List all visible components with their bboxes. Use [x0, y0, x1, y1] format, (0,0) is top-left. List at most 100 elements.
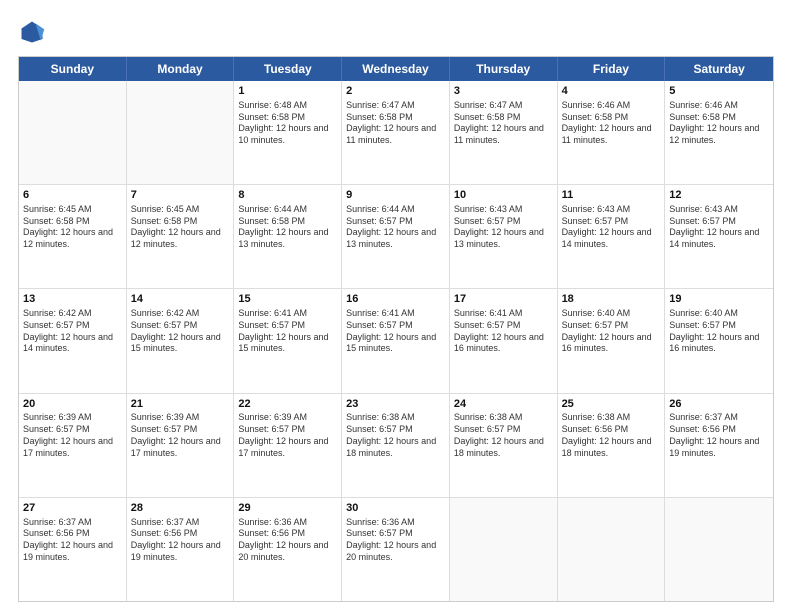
calendar-body: 1Sunrise: 6:48 AM Sunset: 6:58 PM Daylig… [19, 81, 773, 601]
calendar-day-5: 5Sunrise: 6:46 AM Sunset: 6:58 PM Daylig… [665, 81, 773, 184]
day-number: 4 [562, 84, 661, 99]
day-info: Sunrise: 6:45 AM Sunset: 6:58 PM Dayligh… [23, 204, 122, 251]
day-number: 15 [238, 292, 337, 307]
day-number: 8 [238, 188, 337, 203]
day-number: 19 [669, 292, 769, 307]
day-info: Sunrise: 6:43 AM Sunset: 6:57 PM Dayligh… [454, 204, 553, 251]
calendar-header-cell: Wednesday [342, 57, 450, 81]
day-number: 3 [454, 84, 553, 99]
calendar-day-14: 14Sunrise: 6:42 AM Sunset: 6:57 PM Dayli… [127, 289, 235, 392]
day-info: Sunrise: 6:44 AM Sunset: 6:58 PM Dayligh… [238, 204, 337, 251]
day-number: 13 [23, 292, 122, 307]
calendar-day-12: 12Sunrise: 6:43 AM Sunset: 6:57 PM Dayli… [665, 185, 773, 288]
day-number: 17 [454, 292, 553, 307]
day-info: Sunrise: 6:39 AM Sunset: 6:57 PM Dayligh… [23, 412, 122, 459]
day-number: 7 [131, 188, 230, 203]
day-number: 26 [669, 397, 769, 412]
day-info: Sunrise: 6:37 AM Sunset: 6:56 PM Dayligh… [23, 517, 122, 564]
day-info: Sunrise: 6:39 AM Sunset: 6:57 PM Dayligh… [131, 412, 230, 459]
calendar-empty-cell [450, 498, 558, 601]
day-number: 11 [562, 188, 661, 203]
day-number: 14 [131, 292, 230, 307]
day-number: 30 [346, 501, 445, 516]
calendar-day-8: 8Sunrise: 6:44 AM Sunset: 6:58 PM Daylig… [234, 185, 342, 288]
day-info: Sunrise: 6:42 AM Sunset: 6:57 PM Dayligh… [23, 308, 122, 355]
calendar-day-1: 1Sunrise: 6:48 AM Sunset: 6:58 PM Daylig… [234, 81, 342, 184]
day-info: Sunrise: 6:46 AM Sunset: 6:58 PM Dayligh… [562, 100, 661, 147]
day-number: 24 [454, 397, 553, 412]
page: SundayMondayTuesdayWednesdayThursdayFrid… [0, 0, 792, 612]
calendar-day-23: 23Sunrise: 6:38 AM Sunset: 6:57 PM Dayli… [342, 394, 450, 497]
day-info: Sunrise: 6:47 AM Sunset: 6:58 PM Dayligh… [454, 100, 553, 147]
day-info: Sunrise: 6:36 AM Sunset: 6:56 PM Dayligh… [238, 517, 337, 564]
day-info: Sunrise: 6:48 AM Sunset: 6:58 PM Dayligh… [238, 100, 337, 147]
calendar-empty-cell [665, 498, 773, 601]
calendar-day-16: 16Sunrise: 6:41 AM Sunset: 6:57 PM Dayli… [342, 289, 450, 392]
day-number: 25 [562, 397, 661, 412]
calendar-day-29: 29Sunrise: 6:36 AM Sunset: 6:56 PM Dayli… [234, 498, 342, 601]
day-number: 20 [23, 397, 122, 412]
calendar-day-3: 3Sunrise: 6:47 AM Sunset: 6:58 PM Daylig… [450, 81, 558, 184]
day-number: 28 [131, 501, 230, 516]
calendar-day-27: 27Sunrise: 6:37 AM Sunset: 6:56 PM Dayli… [19, 498, 127, 601]
day-info: Sunrise: 6:40 AM Sunset: 6:57 PM Dayligh… [562, 308, 661, 355]
calendar-day-28: 28Sunrise: 6:37 AM Sunset: 6:56 PM Dayli… [127, 498, 235, 601]
calendar-day-2: 2Sunrise: 6:47 AM Sunset: 6:58 PM Daylig… [342, 81, 450, 184]
calendar-day-17: 17Sunrise: 6:41 AM Sunset: 6:57 PM Dayli… [450, 289, 558, 392]
day-number: 12 [669, 188, 769, 203]
day-info: Sunrise: 6:38 AM Sunset: 6:56 PM Dayligh… [562, 412, 661, 459]
calendar-day-26: 26Sunrise: 6:37 AM Sunset: 6:56 PM Dayli… [665, 394, 773, 497]
calendar-day-20: 20Sunrise: 6:39 AM Sunset: 6:57 PM Dayli… [19, 394, 127, 497]
calendar-day-21: 21Sunrise: 6:39 AM Sunset: 6:57 PM Dayli… [127, 394, 235, 497]
calendar-day-18: 18Sunrise: 6:40 AM Sunset: 6:57 PM Dayli… [558, 289, 666, 392]
calendar-day-10: 10Sunrise: 6:43 AM Sunset: 6:57 PM Dayli… [450, 185, 558, 288]
calendar-day-15: 15Sunrise: 6:41 AM Sunset: 6:57 PM Dayli… [234, 289, 342, 392]
day-info: Sunrise: 6:43 AM Sunset: 6:57 PM Dayligh… [562, 204, 661, 251]
logo-icon [18, 18, 46, 46]
day-info: Sunrise: 6:36 AM Sunset: 6:57 PM Dayligh… [346, 517, 445, 564]
day-info: Sunrise: 6:45 AM Sunset: 6:58 PM Dayligh… [131, 204, 230, 251]
day-info: Sunrise: 6:47 AM Sunset: 6:58 PM Dayligh… [346, 100, 445, 147]
day-number: 9 [346, 188, 445, 203]
calendar-row: 6Sunrise: 6:45 AM Sunset: 6:58 PM Daylig… [19, 184, 773, 288]
calendar-header: SundayMondayTuesdayWednesdayThursdayFrid… [19, 57, 773, 81]
calendar-row: 20Sunrise: 6:39 AM Sunset: 6:57 PM Dayli… [19, 393, 773, 497]
calendar-row: 27Sunrise: 6:37 AM Sunset: 6:56 PM Dayli… [19, 497, 773, 601]
calendar-day-19: 19Sunrise: 6:40 AM Sunset: 6:57 PM Dayli… [665, 289, 773, 392]
calendar-header-cell: Saturday [665, 57, 773, 81]
calendar-day-4: 4Sunrise: 6:46 AM Sunset: 6:58 PM Daylig… [558, 81, 666, 184]
calendar-day-11: 11Sunrise: 6:43 AM Sunset: 6:57 PM Dayli… [558, 185, 666, 288]
calendar-day-24: 24Sunrise: 6:38 AM Sunset: 6:57 PM Dayli… [450, 394, 558, 497]
calendar-header-cell: Thursday [450, 57, 558, 81]
day-number: 1 [238, 84, 337, 99]
day-info: Sunrise: 6:41 AM Sunset: 6:57 PM Dayligh… [454, 308, 553, 355]
day-info: Sunrise: 6:46 AM Sunset: 6:58 PM Dayligh… [669, 100, 769, 147]
calendar-day-22: 22Sunrise: 6:39 AM Sunset: 6:57 PM Dayli… [234, 394, 342, 497]
day-number: 23 [346, 397, 445, 412]
calendar-header-cell: Sunday [19, 57, 127, 81]
calendar-empty-cell [19, 81, 127, 184]
calendar-day-7: 7Sunrise: 6:45 AM Sunset: 6:58 PM Daylig… [127, 185, 235, 288]
calendar-header-cell: Tuesday [234, 57, 342, 81]
day-number: 22 [238, 397, 337, 412]
calendar-day-13: 13Sunrise: 6:42 AM Sunset: 6:57 PM Dayli… [19, 289, 127, 392]
calendar-day-9: 9Sunrise: 6:44 AM Sunset: 6:57 PM Daylig… [342, 185, 450, 288]
day-info: Sunrise: 6:38 AM Sunset: 6:57 PM Dayligh… [346, 412, 445, 459]
day-number: 29 [238, 501, 337, 516]
day-info: Sunrise: 6:42 AM Sunset: 6:57 PM Dayligh… [131, 308, 230, 355]
calendar: SundayMondayTuesdayWednesdayThursdayFrid… [18, 56, 774, 602]
calendar-row: 13Sunrise: 6:42 AM Sunset: 6:57 PM Dayli… [19, 288, 773, 392]
calendar-header-cell: Friday [558, 57, 666, 81]
calendar-empty-cell [127, 81, 235, 184]
calendar-row: 1Sunrise: 6:48 AM Sunset: 6:58 PM Daylig… [19, 81, 773, 184]
day-number: 2 [346, 84, 445, 99]
calendar-header-cell: Monday [127, 57, 235, 81]
calendar-day-25: 25Sunrise: 6:38 AM Sunset: 6:56 PM Dayli… [558, 394, 666, 497]
day-info: Sunrise: 6:40 AM Sunset: 6:57 PM Dayligh… [669, 308, 769, 355]
calendar-empty-cell [558, 498, 666, 601]
day-number: 16 [346, 292, 445, 307]
day-info: Sunrise: 6:37 AM Sunset: 6:56 PM Dayligh… [669, 412, 769, 459]
day-number: 6 [23, 188, 122, 203]
day-info: Sunrise: 6:44 AM Sunset: 6:57 PM Dayligh… [346, 204, 445, 251]
day-number: 21 [131, 397, 230, 412]
